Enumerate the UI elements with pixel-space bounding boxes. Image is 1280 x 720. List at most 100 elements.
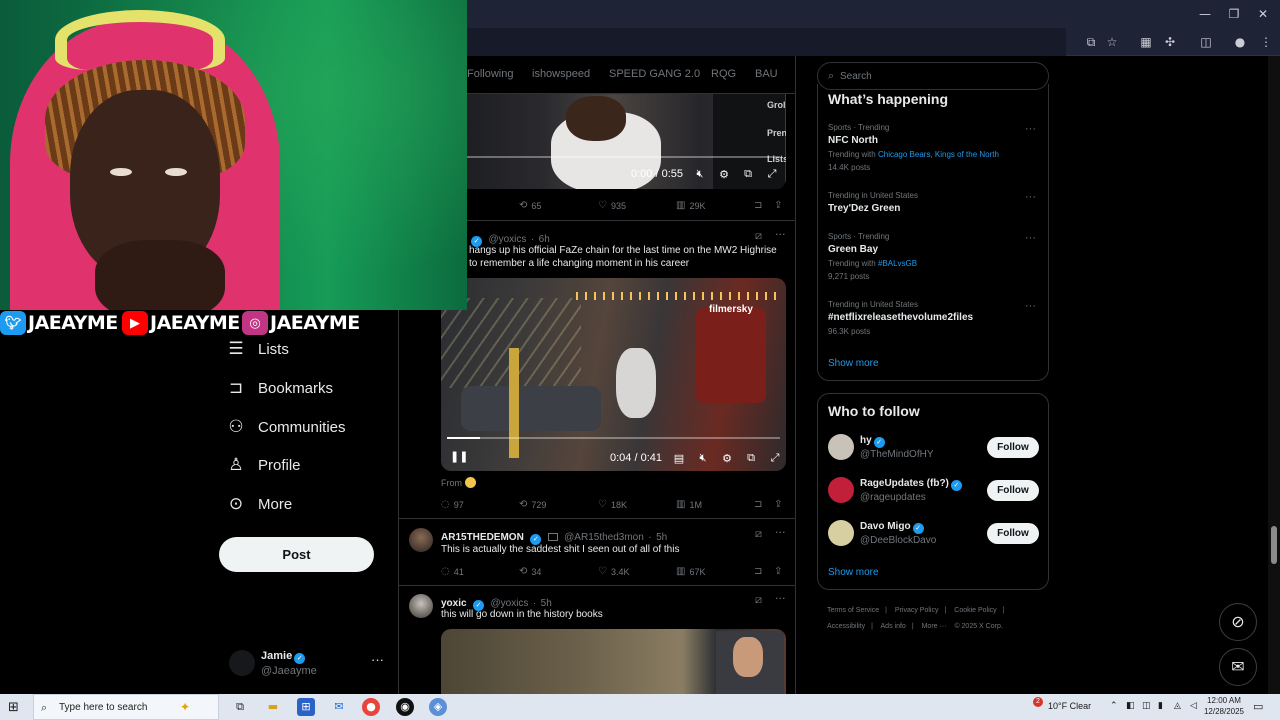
page-scrollbar[interactable] xyxy=(1268,56,1280,694)
grok-icon[interactable]: ⧄ xyxy=(755,527,762,541)
follow-suggestion[interactable]: Davo Migo ✓ @DeeBlockDavo Follow xyxy=(828,518,1040,550)
taskbar-search[interactable]: ⌕ Type here to search ✦ xyxy=(33,694,219,720)
nav-item-profile[interactable]: ♙ Profile xyxy=(226,453,300,477)
avatar[interactable] xyxy=(828,520,854,546)
windows-start-icon[interactable]: ⊞ xyxy=(8,700,19,715)
sidebar-icon[interactable]: ◫ xyxy=(1198,34,1214,50)
show-more-link[interactable]: Show more xyxy=(828,567,879,578)
taskbar-clock[interactable]: 12:00 AM 12/28/2025 xyxy=(1200,695,1248,717)
obs-icon[interactable]: ◉ xyxy=(396,698,414,716)
share-action[interactable]: ⇪ xyxy=(774,200,786,211)
tab-speed-gang[interactable]: SPEED GANG 2.0 xyxy=(609,68,700,80)
nav-item-communities[interactable]: ⚇ Communities xyxy=(226,415,345,439)
footer-link[interactable]: Accessibility xyxy=(827,623,865,630)
tab-ishowspeed[interactable]: ishowspeed xyxy=(532,68,590,80)
avatar[interactable] xyxy=(828,477,854,503)
views-action[interactable]: ▥ 67K xyxy=(676,566,705,577)
trend-item[interactable]: Trending in United States Trey'Dez Green… xyxy=(828,191,1040,214)
extensions-icon[interactable]: ▦ xyxy=(1138,34,1154,50)
grok-icon[interactable]: ⧄ xyxy=(755,593,762,607)
tray-app-icon[interactable]: ◧ xyxy=(1126,701,1135,711)
fullscreen-icon[interactable]: ⤢ xyxy=(765,167,779,181)
follow-suggestion[interactable]: hy ✓ @TheMindOfHY Follow xyxy=(828,432,1040,464)
network-icon[interactable]: ◬ xyxy=(1174,701,1181,711)
footer-link[interactable]: More ··· xyxy=(922,623,947,630)
like-action[interactable]: ♡ 18K xyxy=(598,499,627,510)
settings-icon[interactable]: ⚙ xyxy=(720,452,734,465)
repost-action[interactable]: ⟲ 65 xyxy=(519,200,541,211)
trend-context-links[interactable]: Chicago Bears, Kings of the North xyxy=(878,150,999,159)
tab-bau[interactable]: BAU xyxy=(755,68,778,80)
avatar[interactable] xyxy=(409,594,433,618)
follow-button[interactable]: Follow xyxy=(987,437,1039,458)
restore-button[interactable]: ❐ xyxy=(1219,4,1249,24)
notification-icon[interactable]: ▭ xyxy=(1253,700,1263,713)
fullscreen-icon[interactable]: ⤢ xyxy=(768,451,782,465)
follow-button[interactable]: Follow xyxy=(987,480,1039,501)
footer-link[interactable]: Ads info xyxy=(881,623,906,630)
views-action[interactable]: ▥ 1M xyxy=(676,499,702,510)
chrome-icon[interactable]: ● xyxy=(362,698,380,716)
mute-icon[interactable]: 🔇︎ xyxy=(693,167,707,181)
cast-icon[interactable]: ⧉ xyxy=(1083,34,1099,50)
views-action[interactable]: ▥ 29K xyxy=(676,200,705,211)
volume-icon[interactable]: ◁ xyxy=(1190,701,1197,711)
nav-item-bookmarks[interactable]: ⊐ Bookmarks xyxy=(226,376,333,400)
more-icon[interactable]: ··· xyxy=(371,652,384,667)
tweet-author[interactable]: AR15THEDEMON xyxy=(441,532,524,543)
minimize-button[interactable]: — xyxy=(1190,4,1220,24)
tab-following[interactable]: Following xyxy=(467,68,513,80)
trend-item[interactable]: Sports · Trending Green Bay Trending wit… xyxy=(828,232,1040,281)
star-icon[interactable]: ☆ xyxy=(1104,34,1120,50)
bookmark-action[interactable]: ⊐ xyxy=(754,200,766,211)
reply-action[interactable]: ◌ 41 xyxy=(441,566,464,577)
nav-item-more[interactable]: ⊙ More xyxy=(226,492,292,516)
more-icon[interactable]: ··· xyxy=(775,592,786,605)
bookmark-action[interactable]: ⊐ xyxy=(754,499,766,510)
file-explorer-icon[interactable]: ▬ xyxy=(264,698,282,716)
video-progress[interactable] xyxy=(447,437,780,439)
app-icon[interactable]: ◈ xyxy=(429,698,447,716)
avatar[interactable] xyxy=(409,528,433,552)
profile-icon[interactable]: ● xyxy=(1232,34,1248,50)
like-action[interactable]: ♡ 3.4K xyxy=(598,566,629,577)
source-avatar[interactable] xyxy=(465,477,476,488)
post-button[interactable]: Post xyxy=(219,537,374,572)
footer-link[interactable]: Cookie Policy xyxy=(954,607,996,614)
mail-app-icon[interactable]: ✉ xyxy=(330,698,348,716)
grok-icon[interactable]: ⧄ xyxy=(755,229,762,243)
video-player[interactable]: Grol Pren Lists 0:00 / 0:55 🔇︎ ⚙ ⧉ ⤢ xyxy=(441,94,786,189)
nav-item-lists[interactable]: ☰ Lists xyxy=(226,337,288,361)
address-bar[interactable] xyxy=(466,28,1066,56)
puzzle-icon[interactable]: ✣ xyxy=(1162,34,1178,50)
trend-context-links[interactable]: #BALvsGB xyxy=(878,259,917,268)
more-icon[interactable]: ··· xyxy=(775,526,786,539)
tweet-time[interactable]: 5h xyxy=(656,532,667,543)
tab-rqg[interactable]: RQG xyxy=(711,68,736,80)
video-progress[interactable] xyxy=(447,156,780,158)
trend-item[interactable]: Sports · Trending NFC North Trending wit… xyxy=(828,123,1040,172)
follow-suggestion[interactable]: RageUpdates (fb?) ✓ @rageupdates Follow xyxy=(828,475,1040,507)
microphone-icon[interactable]: ▮ xyxy=(1158,701,1163,711)
captions-icon[interactable]: ▤ xyxy=(672,452,686,465)
search-input[interactable] xyxy=(840,67,1040,85)
pause-icon[interactable]: ❚❚ xyxy=(450,450,468,463)
footer-link[interactable]: Privacy Policy xyxy=(895,607,939,614)
more-icon[interactable]: ··· xyxy=(1025,123,1036,135)
tray-app-icon[interactable]: ◫ xyxy=(1142,701,1151,711)
pip-icon[interactable]: ⧉ xyxy=(741,167,755,181)
close-button[interactable]: ✕ xyxy=(1248,4,1278,24)
pip-icon[interactable]: ⧉ xyxy=(744,451,758,465)
messages-button[interactable]: ✉ xyxy=(1219,648,1257,686)
repost-action[interactable]: ⟲ 729 xyxy=(519,499,546,510)
footer-link[interactable]: Terms of Service xyxy=(827,607,879,614)
show-more-link[interactable]: Show more xyxy=(828,358,879,369)
repost-action[interactable]: ⟲ 34 xyxy=(519,566,541,577)
more-icon[interactable]: ··· xyxy=(1025,300,1036,312)
mute-icon[interactable]: 🔇︎ xyxy=(696,451,710,465)
reply-action[interactable]: ◌ 97 xyxy=(441,499,464,510)
avatar[interactable] xyxy=(828,434,854,460)
more-icon[interactable]: ··· xyxy=(1025,232,1036,244)
bookmark-action[interactable]: ⊐ xyxy=(754,566,766,577)
share-action[interactable]: ⇪ xyxy=(774,566,786,577)
